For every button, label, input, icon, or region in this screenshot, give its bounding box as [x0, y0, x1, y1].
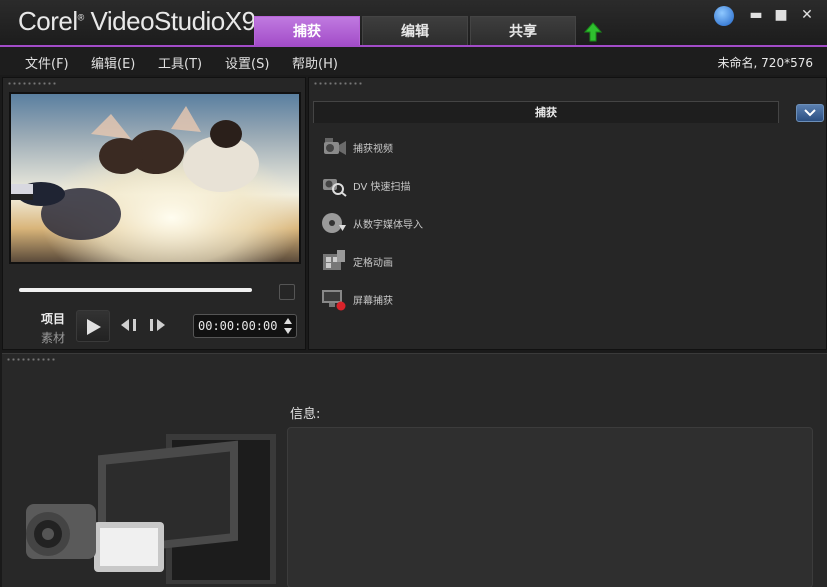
app-name: Corel — [18, 6, 78, 36]
project-info: 未命名, 720*576 — [717, 56, 813, 70]
capture-header: 捕获 — [313, 101, 779, 123]
preview-window — [9, 92, 301, 264]
upload-arrow-icon[interactable] — [584, 22, 602, 42]
capture-video-label: 捕获视频 — [353, 144, 393, 155]
disc-import-icon — [322, 213, 346, 233]
timecode-field[interactable]: 00:00:00:00 — [193, 314, 297, 338]
previous-frame-icon[interactable] — [119, 318, 139, 332]
maximize-button[interactable]: ■ — [772, 6, 790, 24]
menu-help[interactable]: 帮助(H) — [292, 53, 338, 72]
next-frame-icon[interactable] — [147, 318, 167, 332]
help-globe-icon[interactable] — [714, 6, 734, 26]
mode-project-label[interactable]: 项目 — [41, 310, 65, 327]
minimize-button[interactable]: ▬ — [747, 6, 765, 24]
timecode-value: 00:00:00:00 — [198, 319, 278, 333]
panel-grip[interactable] — [7, 81, 57, 87]
tab-capture[interactable]: 捕获 — [254, 16, 360, 46]
chevron-down-icon — [804, 109, 816, 117]
capture-devices-illustration — [26, 434, 276, 584]
mode-clip-label[interactable]: 素材 — [41, 329, 65, 346]
panel-grip[interactable] — [313, 81, 363, 87]
timecode-spinner-icon[interactable] — [283, 317, 293, 335]
camcorder-icon — [324, 138, 346, 155]
close-button[interactable]: ✕ — [798, 6, 816, 24]
app-product: VideoStudio — [90, 6, 226, 36]
tab-share[interactable]: 共享 — [470, 16, 576, 46]
info-box — [287, 427, 813, 587]
panel-dropdown-button[interactable] — [796, 104, 824, 122]
preview-image — [11, 94, 299, 262]
capture-options-panel: 捕获 捕获视频 DV 快速扫描 从数字媒体导入 定格动画 屏幕捕获 — [308, 77, 827, 350]
menu-file[interactable]: 文件(F) — [25, 53, 69, 72]
info-panel: 信息: — [2, 353, 827, 587]
stop-motion-label: 定格动画 — [353, 258, 393, 269]
dv-quick-scan-label: DV 快速扫描 — [353, 182, 411, 193]
menu-settings[interactable]: 设置(S) — [225, 53, 269, 72]
info-label: 信息: — [290, 407, 321, 422]
menu-bar: 文件(F) 编辑(E) 工具(T) 设置(S) 帮助(H) 未命名, 720*5… — [0, 47, 827, 75]
panel-grip[interactable] — [6, 357, 56, 363]
trim-icon[interactable] — [279, 284, 295, 300]
dv-scan-icon — [323, 179, 347, 197]
play-icon — [87, 319, 101, 335]
trademark-mark: ® — [77, 12, 85, 23]
app-title: Corel® VideoStudioX9 — [18, 6, 256, 37]
app-version: X9 — [224, 6, 256, 36]
screen-capture-label: 屏幕捕获 — [353, 296, 393, 307]
player-panel: 项目 素材 00:00:00:00 — [2, 77, 306, 350]
play-button[interactable] — [76, 310, 110, 342]
title-bar: Corel® VideoStudioX9 捕获 编辑 共享 ▬ ■ ✕ — [0, 0, 827, 47]
tab-edit[interactable]: 编辑 — [362, 16, 468, 46]
import-digital-media-label: 从数字媒体导入 — [353, 220, 423, 231]
scrub-bar[interactable] — [19, 288, 252, 292]
menu-tools[interactable]: 工具(T) — [158, 53, 202, 72]
screen-capture-icon — [322, 290, 346, 311]
stop-motion-icon — [323, 250, 345, 270]
menu-edit[interactable]: 编辑(E) — [91, 53, 135, 72]
